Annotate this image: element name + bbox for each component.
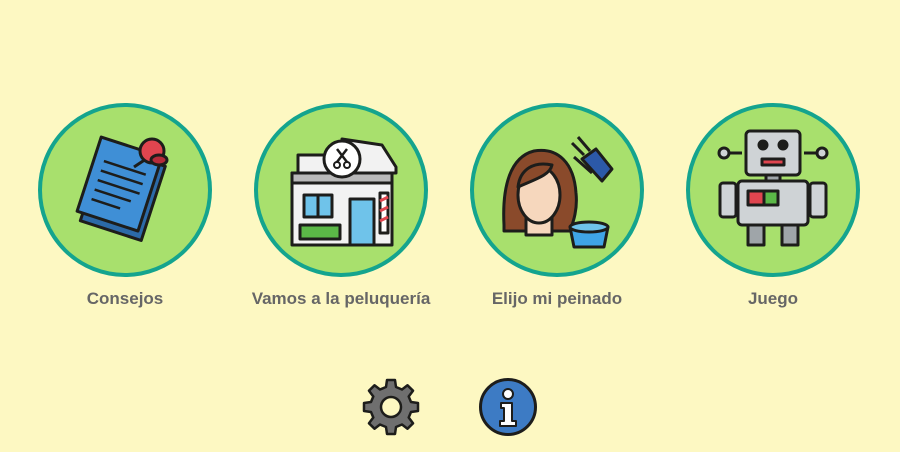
info-icon <box>479 378 537 436</box>
menu-item-peluqueria[interactable]: Vamos a la peluquería <box>221 103 461 318</box>
settings-button[interactable] <box>360 376 422 438</box>
menu-item-peinado[interactable]: Elijo mi peinado <box>437 103 677 318</box>
hair-dye-icon <box>502 136 614 249</box>
gear-icon <box>362 378 420 436</box>
menu-label-peluqueria: Vamos a la peluquería <box>251 289 431 308</box>
menu-circle-peluqueria[interactable] <box>254 103 428 277</box>
barbershop-icon <box>290 137 398 247</box>
menu-circle-juego[interactable] <box>686 103 860 277</box>
menu-label-peinado: Elijo mi peinado <box>491 289 623 308</box>
menu-label-consejos: Consejos <box>86 289 164 308</box>
menu-label-juego: Juego <box>747 289 799 308</box>
robot-icon <box>717 129 829 247</box>
menu-item-juego[interactable]: Juego <box>653 103 893 318</box>
menu-circle-consejos[interactable] <box>38 103 212 277</box>
menu-circle-peinado[interactable] <box>470 103 644 277</box>
menu-item-consejos[interactable]: Consejos <box>5 103 245 318</box>
notes-pin-icon <box>75 135 169 242</box>
info-button[interactable] <box>477 376 539 438</box>
